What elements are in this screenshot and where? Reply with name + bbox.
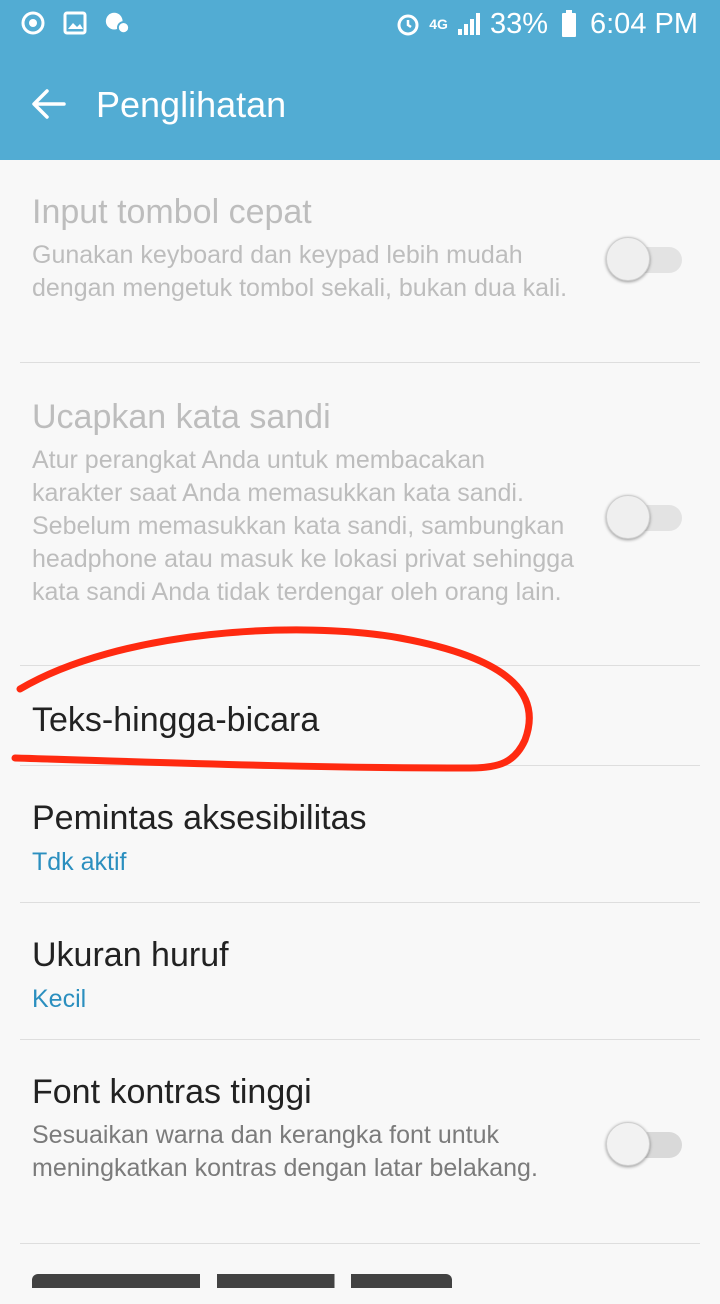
setting-subtitle: Gunakan keyboard dan keypad lebih mudah … bbox=[32, 241, 568, 302]
status-bar: 4G 33% 6:04 PM bbox=[0, 0, 720, 48]
setting-subtitle: Atur perangkat Anda untuk membacakan kar… bbox=[32, 446, 575, 606]
voicemail-icon bbox=[104, 10, 130, 36]
setting-ucapkan-kata-sandi[interactable]: Ucapkan kata sandi Atur perangkat Anda u… bbox=[20, 363, 700, 666]
setting-font-kontras-tinggi[interactable]: Font kontras tinggi Sesuaikan warna dan … bbox=[20, 1040, 700, 1244]
setting-title: Font kontras tinggi bbox=[32, 1073, 312, 1111]
toggle-thumb bbox=[606, 237, 650, 281]
status-right: 4G 33% 6:04 PM bbox=[395, 4, 698, 44]
toggle-thumb bbox=[606, 495, 650, 539]
partial-text-stub bbox=[32, 1274, 452, 1288]
setting-title: Teks-hingga-bicara bbox=[32, 701, 320, 739]
toggle-thumb bbox=[606, 1122, 650, 1166]
battery-percent: 33% bbox=[489, 8, 548, 40]
network-4g-icon: 4G bbox=[429, 16, 448, 32]
signal-icon bbox=[456, 11, 482, 37]
image-icon bbox=[62, 10, 88, 36]
setting-pemintas-aksesibilitas[interactable]: Pemintas aksesibilitas Tdk aktif bbox=[20, 766, 700, 903]
setting-title: Ucapkan kata sandi bbox=[32, 398, 331, 436]
sync-icon bbox=[20, 10, 46, 36]
page-title: Penglihatan bbox=[96, 84, 287, 125]
setting-ukuran-huruf[interactable]: Ukuran huruf Kecil bbox=[20, 903, 700, 1040]
setting-title: Ukuran huruf bbox=[32, 936, 229, 974]
setting-title: Input tombol cepat bbox=[32, 193, 312, 231]
setting-title: Pemintas aksesibilitas bbox=[32, 799, 367, 837]
alarm-icon bbox=[395, 11, 421, 37]
toggle-switch[interactable] bbox=[606, 493, 682, 541]
setting-value: Kecil bbox=[32, 985, 87, 1013]
setting-value: Tdk aktif bbox=[32, 848, 127, 876]
setting-subtitle: Sesuaikan warna dan kerangka font untuk … bbox=[32, 1121, 538, 1182]
setting-input-tombol-cepat[interactable]: Input tombol cepat Gunakan keyboard dan … bbox=[20, 160, 700, 363]
status-left-icons bbox=[20, 10, 130, 36]
battery-icon bbox=[556, 10, 582, 37]
toggle-switch[interactable] bbox=[606, 235, 682, 283]
toggle-switch[interactable] bbox=[606, 1120, 682, 1168]
arrow-left-icon[interactable] bbox=[30, 86, 66, 122]
app-bar: Penglihatan bbox=[0, 48, 720, 160]
setting-teks-hingga-bicara[interactable]: Teks-hingga-bicara bbox=[20, 666, 700, 766]
settings-list: Input tombol cepat Gunakan keyboard dan … bbox=[0, 160, 720, 1304]
status-time: 6:04 PM bbox=[590, 8, 698, 40]
setting-partial-next[interactable] bbox=[20, 1244, 700, 1304]
